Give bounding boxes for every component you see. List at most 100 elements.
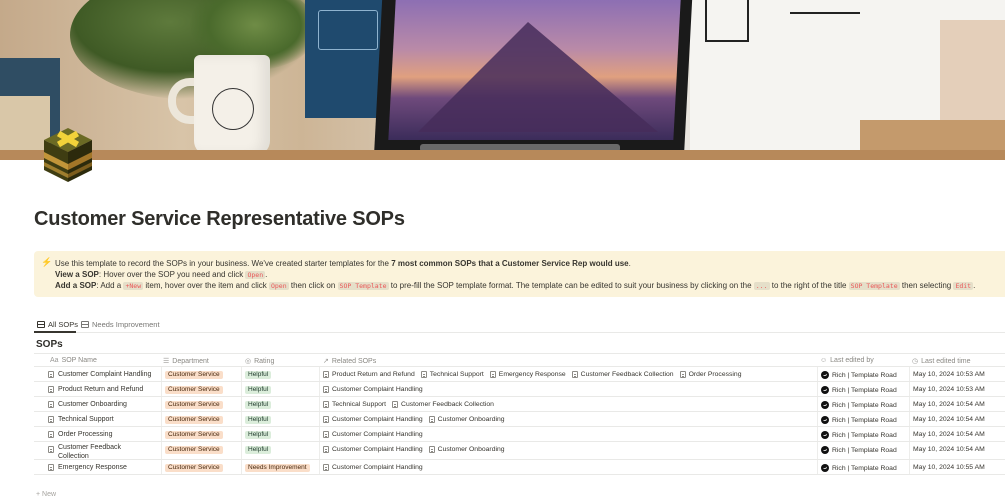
related-sop-link[interactable]: Order Processing bbox=[679, 371, 741, 378]
cover-sketch bbox=[705, 0, 749, 42]
page-icon bbox=[48, 446, 54, 453]
column-header-department[interactable]: ☰ Department bbox=[163, 357, 209, 366]
sop-name-cell[interactable]: Customer Complaint Handling bbox=[48, 371, 151, 378]
column-header-label: Rating bbox=[254, 357, 275, 365]
callout-add-text-e: to the right of the title bbox=[769, 281, 849, 290]
column-header-last-edited-by[interactable]: ☺ Last edited by bbox=[820, 357, 874, 364]
related-sop-link[interactable]: Customer Complaint Handling bbox=[323, 416, 423, 423]
rating-tag[interactable]: Helpful bbox=[245, 416, 272, 424]
department-tag[interactable]: Customer Service bbox=[165, 401, 223, 409]
related-sop-link[interactable]: Customer Complaint Handling bbox=[323, 446, 423, 453]
last-edited-by-cell[interactable]: Rich | Template Road bbox=[821, 371, 897, 379]
code-sop-template-2: SOP Template bbox=[848, 282, 900, 290]
column-header-last-edited-time[interactable]: ◷ Last edited time bbox=[912, 357, 971, 366]
sop-name-cell[interactable]: Technical Support bbox=[48, 416, 114, 423]
table-cell-divider bbox=[909, 442, 910, 459]
database-title[interactable]: SOPs bbox=[36, 339, 63, 350]
table-cell-divider bbox=[241, 412, 242, 426]
page-cube-icon[interactable] bbox=[40, 124, 96, 186]
sop-name-cell[interactable]: Customer Feedback Collection bbox=[48, 444, 136, 461]
table-cell-divider bbox=[241, 382, 242, 396]
status-property-icon: ◎ bbox=[245, 358, 252, 365]
related-sop-link[interactable]: Technical Support bbox=[323, 401, 386, 408]
last-edited-time: May 10, 2024 10:55 AM bbox=[913, 464, 985, 471]
related-sop-link[interactable]: Customer Feedback Collection bbox=[571, 371, 674, 378]
table-row[interactable]: Customer Onboarding Customer Service Helpf… bbox=[34, 397, 1005, 412]
related-sop-link[interactable]: Customer Complaint Handling bbox=[323, 386, 423, 393]
table-cell-divider bbox=[161, 382, 162, 396]
department-tag[interactable]: Customer Service bbox=[165, 371, 223, 379]
related-sop-link[interactable]: Customer Onboarding bbox=[428, 446, 505, 453]
table-cell-divider bbox=[817, 460, 818, 474]
page-title[interactable]: Customer Service Representative SOPs bbox=[34, 208, 405, 231]
department-tag[interactable]: Customer Service bbox=[165, 416, 223, 424]
related-sop-link[interactable]: Product Return and Refund bbox=[323, 371, 415, 378]
table-cell-divider bbox=[909, 382, 910, 396]
rating-tag[interactable]: Needs Improvement bbox=[245, 464, 310, 472]
sop-name-cell[interactable]: Customer Onboarding bbox=[48, 401, 127, 408]
cube-icon bbox=[44, 128, 92, 182]
table-cell-divider bbox=[319, 367, 320, 381]
new-row-button[interactable]: + New bbox=[36, 491, 56, 498]
avatar bbox=[821, 401, 829, 409]
department-tag[interactable]: Customer Service bbox=[165, 431, 223, 439]
last-edited-by-cell[interactable]: Rich | Template Road bbox=[821, 416, 897, 424]
column-header-rating[interactable]: ◎ Rating bbox=[245, 357, 275, 366]
column-header-label: Last edited by bbox=[830, 357, 874, 364]
table-row[interactable]: Product Return and Refund Customer Servic… bbox=[34, 382, 1005, 397]
related-sops-cell[interactable]: Customer Complaint Handling bbox=[323, 464, 423, 471]
table-cell-divider bbox=[817, 367, 818, 381]
related-sop-link[interactable]: Emergency Response bbox=[489, 371, 566, 378]
sop-name-cell[interactable]: Order Processing bbox=[48, 431, 112, 438]
department-tag[interactable]: Customer Service bbox=[165, 386, 223, 394]
tab-needs-improvement[interactable]: Needs Improvement bbox=[81, 320, 160, 329]
page-icon bbox=[48, 431, 54, 438]
last-edited-by-cell[interactable]: Rich | Template Road bbox=[821, 386, 897, 394]
column-header-sop-name[interactable]: Aa SOP Name bbox=[50, 357, 97, 364]
sop-table: Aa SOP Name ☰ Department ◎ Rating ↗ Rela… bbox=[34, 353, 1005, 475]
related-sops-cell[interactable]: Customer Complaint Handling bbox=[323, 431, 423, 438]
callout-add-text-b: item, hover over the item and click bbox=[143, 281, 269, 290]
column-header-related[interactable]: ↗ Related SOPs bbox=[323, 357, 376, 366]
rating-tag[interactable]: Helpful bbox=[245, 401, 272, 409]
table-cell-divider bbox=[319, 460, 320, 474]
related-sop-name: Customer Complaint Handling bbox=[332, 431, 423, 438]
related-sop-link[interactable]: Customer Onboarding bbox=[428, 416, 505, 423]
table-row[interactable]: Emergency Response Customer Service Needs … bbox=[34, 460, 1005, 475]
last-edited-by-cell[interactable]: Rich | Template Road bbox=[821, 464, 897, 472]
department-tag[interactable]: Customer Service bbox=[165, 464, 223, 472]
sop-name-cell[interactable]: Emergency Response bbox=[48, 464, 127, 471]
last-edited-by-cell[interactable]: Rich | Template Road bbox=[821, 446, 897, 454]
callout-line-intro: Use this template to record the SOPs in … bbox=[55, 258, 631, 269]
rating-tag[interactable]: Helpful bbox=[245, 386, 272, 394]
sop-name-cell[interactable]: Product Return and Refund bbox=[48, 386, 143, 393]
related-sops-cell[interactable]: Customer Complaint Handling Customer Onbo… bbox=[323, 416, 505, 423]
last-edited-by-cell[interactable]: Rich | Template Road bbox=[821, 431, 897, 439]
related-sops-cell[interactable]: Product Return and Refund Technical Suppo… bbox=[323, 371, 741, 378]
code-new: +New bbox=[123, 282, 144, 290]
related-sops-cell[interactable]: Technical Support Customer Feedback Colle… bbox=[323, 401, 494, 408]
related-sop-link[interactable]: Customer Complaint Handling bbox=[323, 431, 423, 438]
callout-add-text-f: then selecting bbox=[899, 281, 954, 290]
rating-tag[interactable]: Helpful bbox=[245, 431, 272, 439]
table-cell-divider bbox=[909, 397, 910, 411]
related-sop-link[interactable]: Customer Complaint Handling bbox=[323, 464, 423, 471]
table-row[interactable]: Customer Feedback Collection Customer Ser… bbox=[34, 442, 1005, 460]
callout-view-end: . bbox=[265, 270, 268, 279]
related-sops-cell[interactable]: Customer Complaint Handling Customer Onbo… bbox=[323, 446, 505, 453]
cover-sketch-line bbox=[790, 0, 860, 14]
table-row[interactable]: Technical Support Customer Service Helpful… bbox=[34, 412, 1005, 427]
department-tag[interactable]: Customer Service bbox=[165, 446, 223, 454]
related-sop-link[interactable]: Technical Support bbox=[420, 371, 484, 378]
table-row[interactable]: Customer Complaint Handling Customer Serv… bbox=[34, 367, 1005, 382]
table-row[interactable]: Order Processing Customer Service Helpful C… bbox=[34, 427, 1005, 442]
page-icon bbox=[48, 371, 54, 378]
last-edited-by-cell[interactable]: Rich | Template Road bbox=[821, 401, 897, 409]
rating-tag[interactable]: Helpful bbox=[245, 371, 272, 379]
tab-all-sops[interactable]: All SOPs bbox=[37, 320, 78, 329]
related-sop-link[interactable]: Customer Feedback Collection bbox=[392, 401, 494, 408]
editor-name: Rich | Template Road bbox=[832, 431, 897, 439]
rating-tag[interactable]: Helpful bbox=[245, 446, 272, 454]
related-sops-cell[interactable]: Customer Complaint Handling bbox=[323, 386, 423, 393]
callout-block[interactable]: ⚡ Use this template to record the SOPs i… bbox=[34, 251, 1005, 297]
